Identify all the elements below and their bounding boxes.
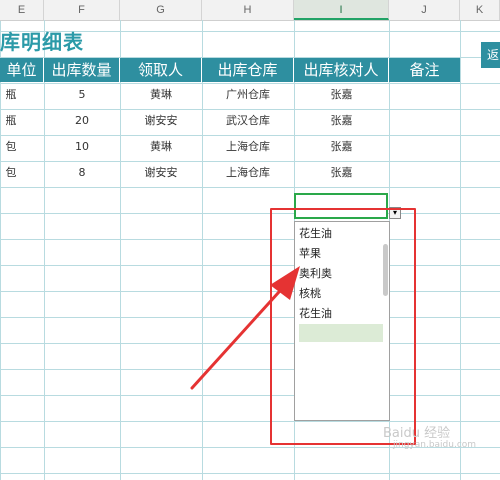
cell-receiver[interactable]: 黄琳: [120, 134, 202, 160]
column-header-i[interactable]: I: [294, 0, 389, 20]
cell-qty[interactable]: 10: [44, 134, 120, 160]
watermark-text: Baidu 经验: [383, 426, 451, 441]
column-header-j[interactable]: J: [389, 0, 460, 20]
watermark-subtext: jingyan.baidu.com: [393, 440, 477, 450]
cell-checker[interactable]: 张嘉: [294, 134, 389, 160]
cell-warehouse[interactable]: 广州仓库: [202, 82, 294, 108]
column-header-bar: E F G H I J K: [0, 0, 500, 21]
cell-checker[interactable]: 张嘉: [294, 82, 389, 108]
return-button[interactable]: 返: [481, 42, 500, 68]
cell-qty[interactable]: 8: [44, 160, 120, 186]
cell-warehouse[interactable]: 上海仓库: [202, 160, 294, 186]
cell-warehouse[interactable]: 上海仓库: [202, 134, 294, 160]
table-header-row: 单位 出库数量 领取人 出库仓库 出库核对人 备注: [0, 58, 460, 82]
header-warehouse[interactable]: 出库仓库: [202, 58, 294, 82]
annotation-highlight-box: [270, 208, 416, 445]
grid-line: [460, 20, 461, 480]
spreadsheet-area[interactable]: 库明细表 单位 出库数量 领取人 出库仓库 出库核对人 备注 瓶 5 黄琳 广州…: [0, 20, 500, 480]
column-header-k[interactable]: K: [460, 0, 500, 20]
header-checker[interactable]: 出库核对人: [294, 58, 389, 82]
cell-unit[interactable]: 瓶: [0, 82, 22, 108]
header-unit[interactable]: 单位: [0, 58, 44, 82]
cell-unit[interactable]: 瓶: [0, 108, 22, 134]
cell-unit[interactable]: 包: [0, 160, 22, 186]
column-header-g[interactable]: G: [120, 0, 202, 20]
column-header-h[interactable]: H: [202, 0, 294, 20]
cell-checker[interactable]: 张嘉: [294, 108, 389, 134]
column-header-f[interactable]: F: [44, 0, 120, 20]
watermark-logo: Baidu 经验 jingyan.baidu.com: [383, 422, 476, 450]
cell-receiver[interactable]: 谢安安: [120, 160, 202, 186]
cell-warehouse[interactable]: 武汉仓库: [202, 108, 294, 134]
sheet-title: 库明细表: [0, 30, 84, 54]
column-header-e[interactable]: E: [0, 0, 44, 20]
cell-receiver[interactable]: 黄琳: [120, 82, 202, 108]
cell-qty[interactable]: 5: [44, 82, 120, 108]
cell-receiver[interactable]: 谢安安: [120, 108, 202, 134]
header-qty[interactable]: 出库数量: [44, 58, 120, 82]
header-remarks[interactable]: 备注: [389, 58, 460, 82]
header-receiver[interactable]: 领取人: [120, 58, 202, 82]
cell-unit[interactable]: 包: [0, 134, 22, 160]
cell-qty[interactable]: 20: [44, 108, 120, 134]
cell-checker[interactable]: 张嘉: [294, 160, 389, 186]
